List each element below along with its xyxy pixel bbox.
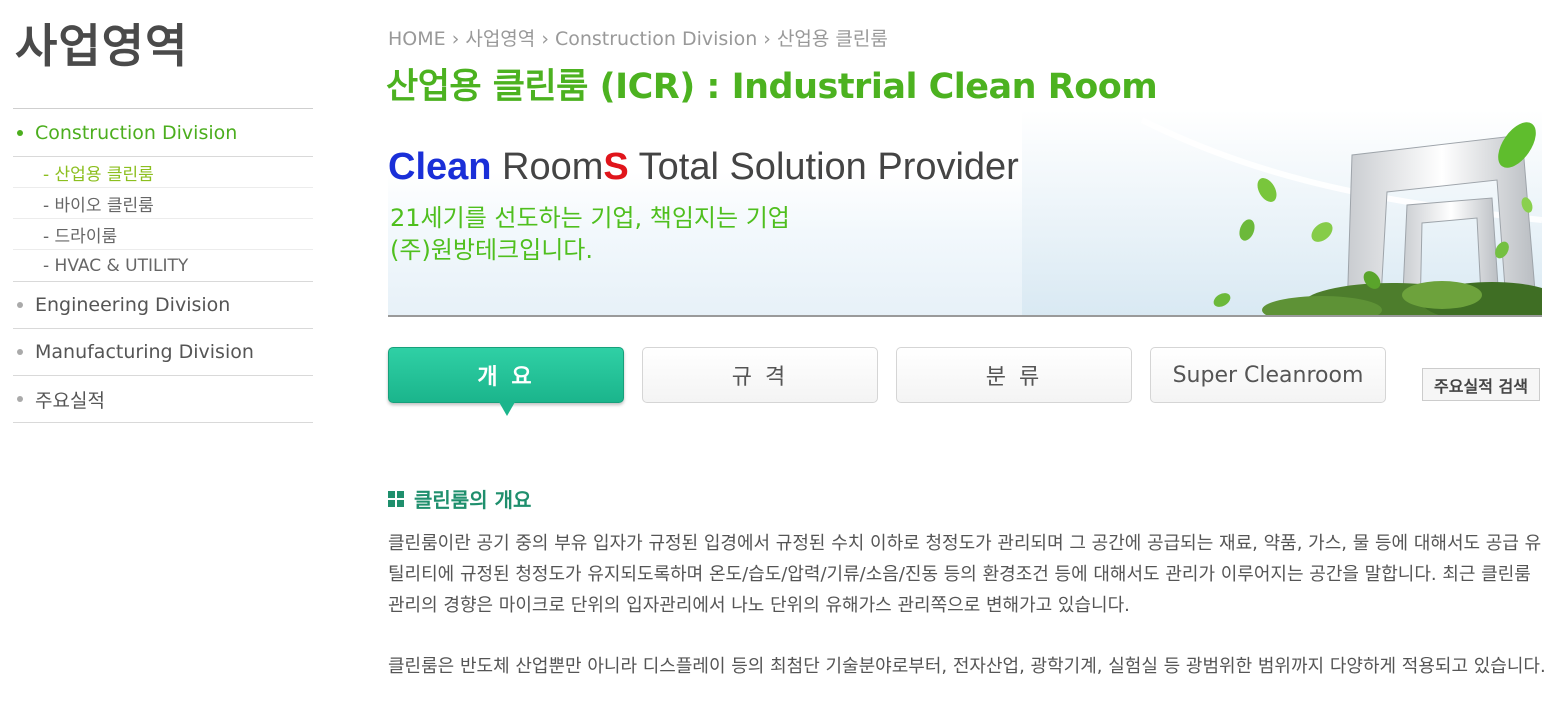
bullet-icon [17, 349, 23, 355]
sidebar-subitem-hvac-utility[interactable]: - HVAC & UTILITY [13, 250, 313, 281]
overview-paragraph-1: 클린룸이란 공기 중의 부유 입자가 규정된 입경에서 규정된 수치 이하로 청… [388, 533, 1542, 616]
sidebar-title: 사업영역 [15, 19, 189, 73]
tab-super-cleanroom[interactable]: Super Cleanroom [1150, 347, 1386, 403]
banner-subtitle-line2: (주)원방테크입니다. [390, 236, 593, 264]
tab-overview[interactable]: 개 요 [388, 347, 624, 416]
sidebar-submenu: - 산업용 클린룸 - 바이오 클린룸 - 드라이룸 - HVAC & UTIL… [13, 157, 313, 282]
breadcrumb-separator-icon: › [541, 28, 555, 50]
sidebar-subitem-industrial-cleanroom[interactable]: - 산업용 클린룸 [13, 157, 313, 188]
sidebar-item-label: Manufacturing Division [35, 341, 254, 363]
banner: Clean RoomS Total Solution Provider 21세기… [388, 110, 1542, 315]
sidebar-item-label: Engineering Division [35, 294, 231, 316]
bullet-icon [17, 129, 23, 136]
sidebar-subitem-dryroom[interactable]: - 드라이룸 [13, 219, 313, 250]
sidebar-item-major-achievements[interactable]: 주요실적 [13, 376, 313, 423]
section-heading-text: 클린룸의 개요 [414, 488, 532, 512]
sidebar-nav: Construction Division - 산업용 클린룸 - 바이오 클린… [13, 108, 313, 423]
breadcrumb-business-area[interactable]: 사업영역 [465, 28, 535, 50]
slogan-clean: Clean [388, 146, 492, 188]
banner-subtitle-line1: 21세기를 선도하는 기업, 책임지는 기업 [390, 204, 790, 232]
breadcrumb-construction-division[interactable]: Construction Division [555, 28, 757, 50]
tab-classification[interactable]: 분 류 [896, 347, 1132, 403]
sidebar-subitem-bio-cleanroom[interactable]: - 바이오 클린룸 [13, 188, 313, 219]
sidebar-item-label: 주요실적 [35, 389, 105, 412]
bullet-icon [17, 302, 23, 308]
section-heading: 클린룸의 개요 [388, 484, 531, 513]
breadcrumb-separator-icon: › [763, 28, 777, 50]
sidebar-item-manufacturing-division[interactable]: Manufacturing Division [13, 329, 313, 376]
tab-specification[interactable]: 규 격 [642, 347, 878, 403]
breadcrumb-separator-icon: › [451, 28, 460, 50]
sidebar-item-construction-division[interactable]: Construction Division [13, 109, 313, 157]
grid-bullet-icon [388, 490, 404, 507]
breadcrumb-current: 산업용 클린룸 [776, 28, 888, 50]
banner-divider [388, 315, 1542, 317]
slogan-room: Room [491, 146, 604, 188]
slogan-rest: Total Solution Provider [628, 146, 1019, 188]
bullet-icon [17, 396, 23, 402]
achievement-search-button[interactable]: 주요실적 검색 [1422, 368, 1540, 401]
cleanroom-gate-illustration [1022, 110, 1542, 315]
breadcrumb-home[interactable]: HOME [388, 28, 446, 50]
banner-subtitle: 21세기를 선도하는 기업, 책임지는 기업 (주)원방테크입니다. [390, 202, 790, 266]
sidebar-item-label: Construction Division [35, 121, 238, 144]
overview-paragraph-2: 클린룸은 반도체 산업뿐만 아니라 디스플레이 등의 최첨단 기술분야로부터, … [388, 656, 1546, 677]
sidebar-item-engineering-division[interactable]: Engineering Division [13, 282, 313, 329]
breadcrumb: HOME › 사업영역 › Construction Division › 산업… [388, 24, 888, 51]
page-title: 산업용 클린룸 (ICR) : Industrial Clean Room [386, 67, 1158, 107]
slogan-s: S [603, 146, 629, 188]
banner-slogan: Clean RoomS Total Solution Provider [388, 146, 1019, 189]
